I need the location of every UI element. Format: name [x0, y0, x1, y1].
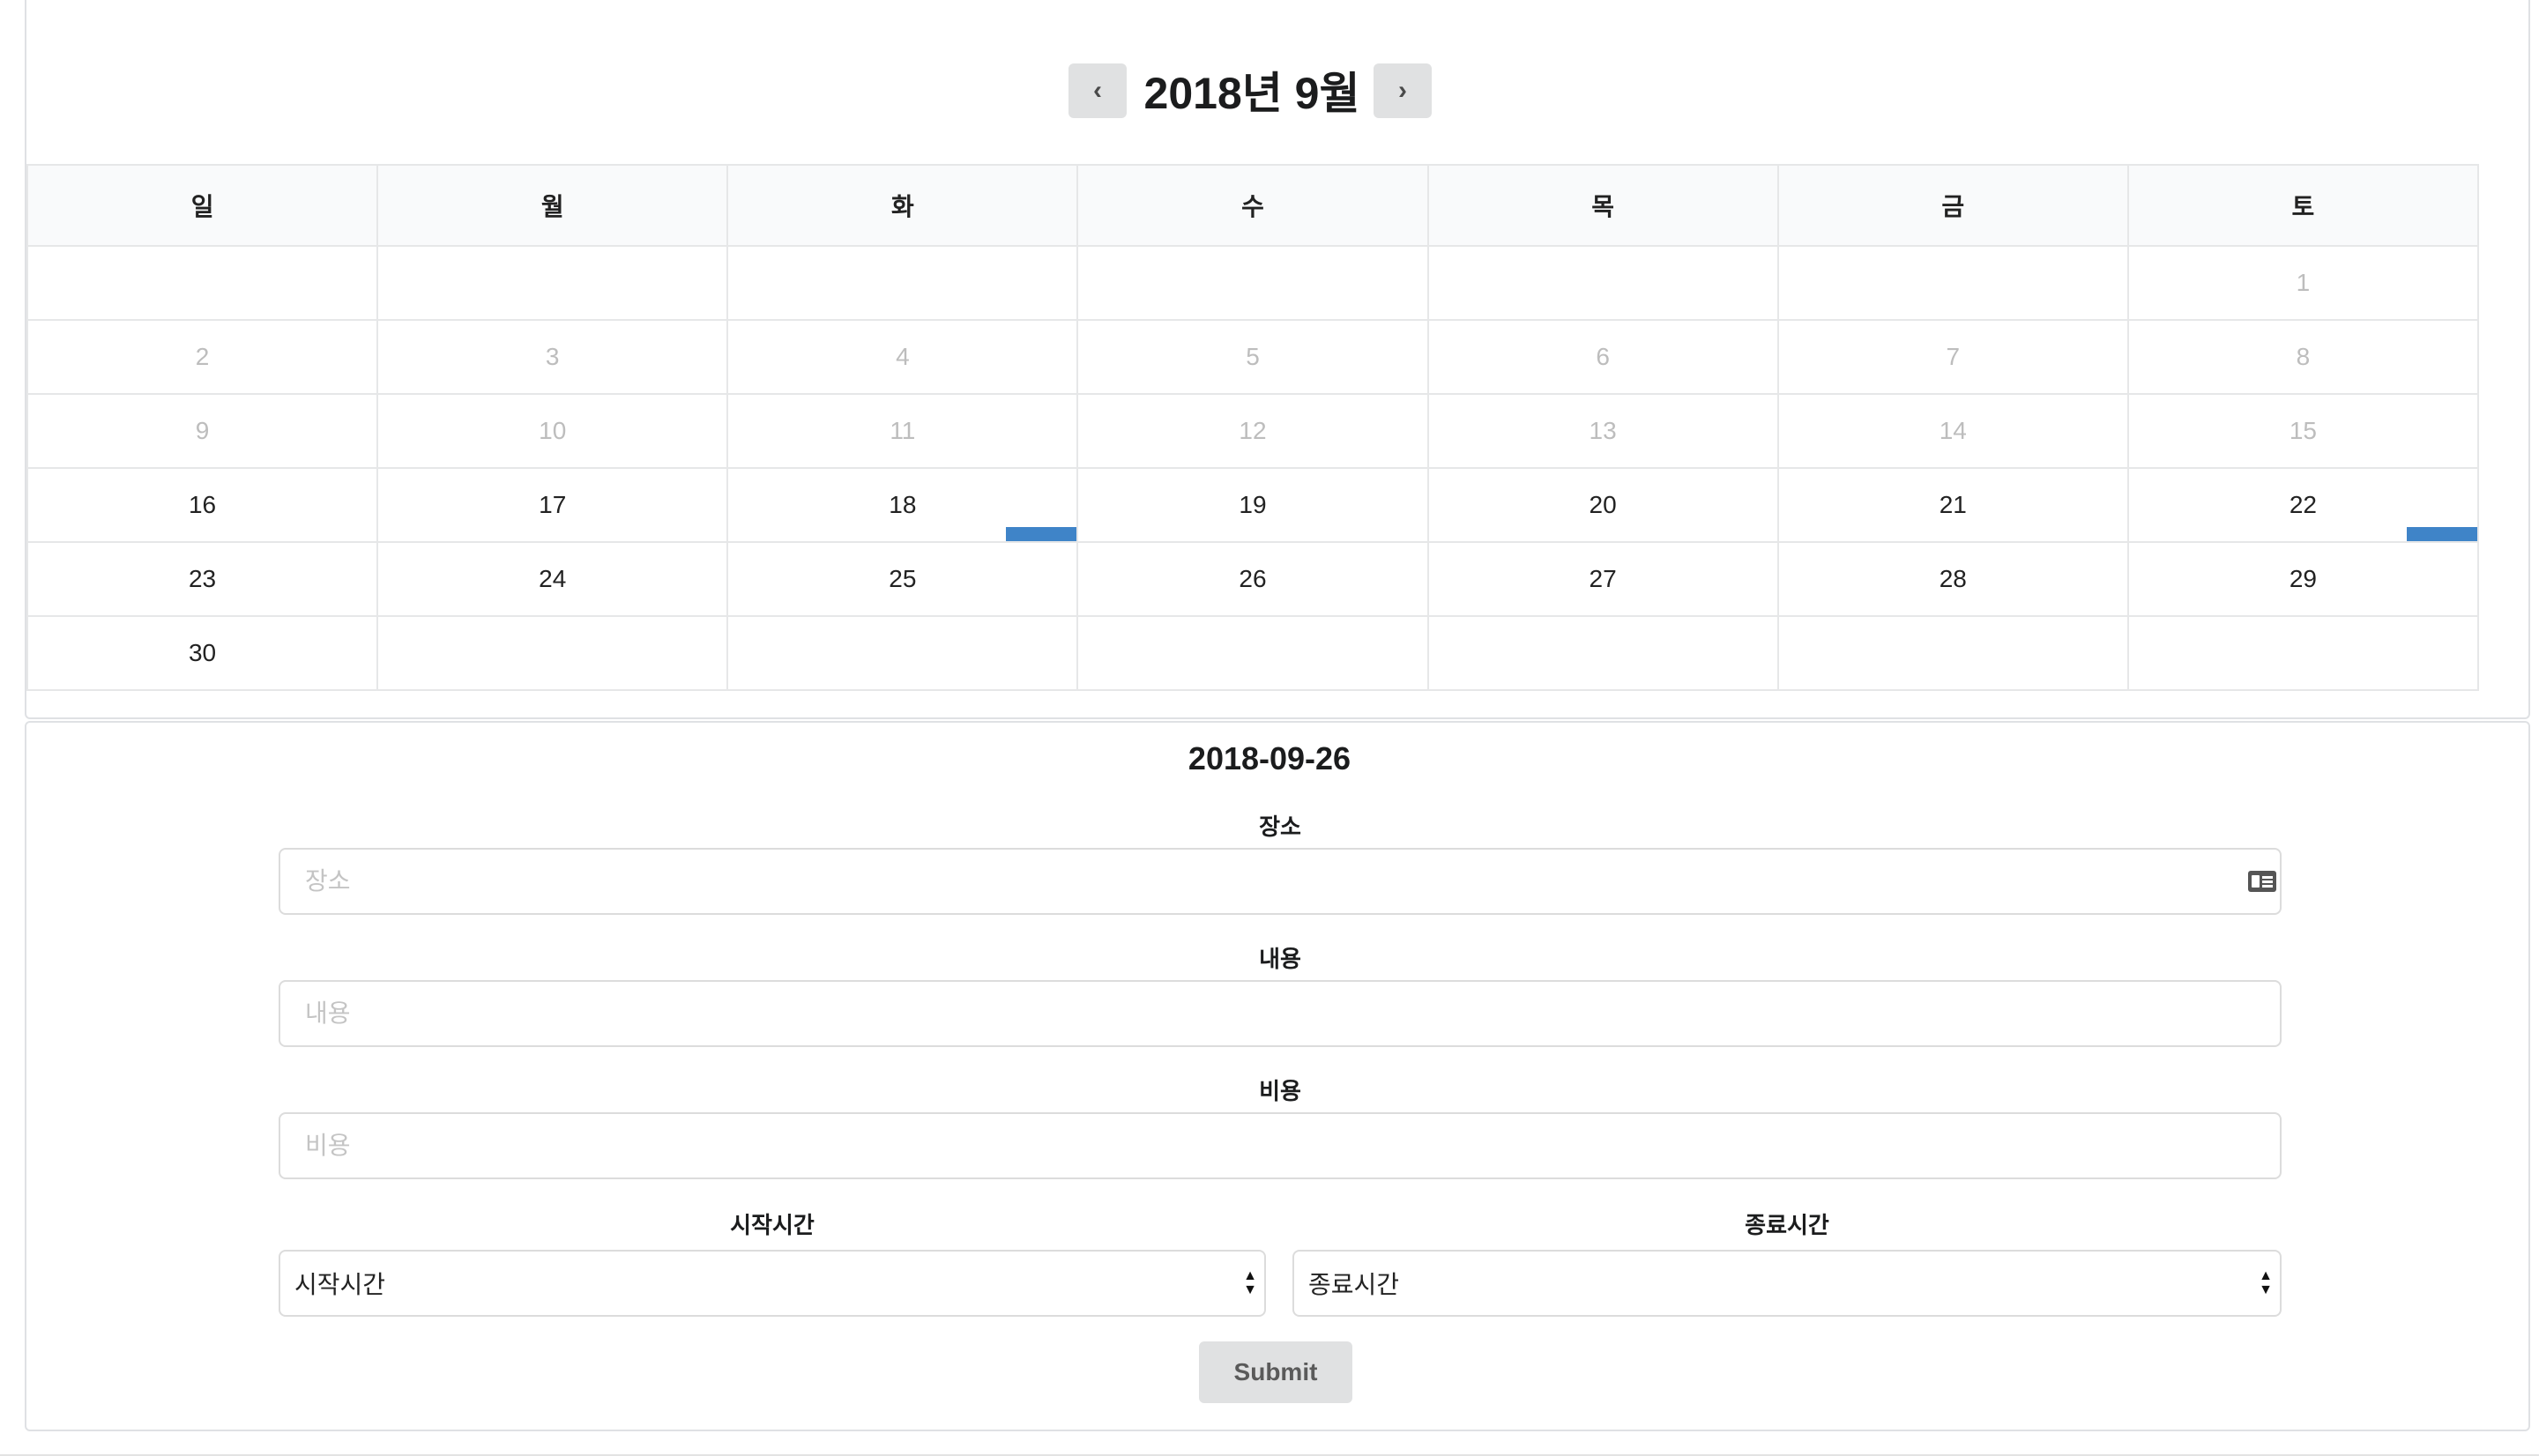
end-time-label: 종료시간: [1745, 1212, 1829, 1238]
calendar-day-cell[interactable]: 19: [1076, 467, 1429, 543]
calendar-day-cell[interactable]: 13: [1426, 393, 1779, 469]
calendar-empty-cell: [1426, 615, 1779, 691]
event-indicator[interactable]: [1006, 527, 1077, 541]
calendar-day-cell[interactable]: 18: [726, 467, 1079, 543]
calendar-day-cell[interactable]: 9: [26, 393, 379, 469]
calendar-day-cell[interactable]: 1: [2126, 245, 2480, 321]
content-label: 내용: [1259, 946, 1301, 972]
calendar-day-cell[interactable]: 11: [726, 393, 1079, 469]
month-title: 2018년 9월: [1143, 69, 1360, 118]
event-indicator[interactable]: [2407, 527, 2477, 541]
calendar-empty-cell: [1076, 615, 1429, 691]
calendar-day-cell[interactable]: 22: [2126, 467, 2480, 543]
calendar-week-row: 9 10 11 12 13 14 15: [26, 393, 2480, 469]
calendar-day-cell[interactable]: 27: [1426, 541, 1779, 617]
calendar-day-cell[interactable]: 30: [26, 615, 379, 691]
calendar-day-cell[interactable]: 16: [26, 467, 379, 543]
weekday-fri: 금: [1776, 164, 2129, 247]
calendar-empty-cell: [2126, 615, 2480, 691]
calendar-day-cell[interactable]: 14: [1776, 393, 2129, 469]
calendar-empty-cell: [26, 245, 379, 321]
calendar-day-cell[interactable]: 12: [1076, 393, 1429, 469]
calendar-day-cell[interactable]: 8: [2126, 319, 2480, 395]
content-input[interactable]: [279, 980, 2282, 1047]
end-time-select[interactable]: 종료시간 ▲ ▼: [1292, 1250, 2282, 1317]
place-input[interactable]: [279, 848, 2282, 915]
weekday-header-row: 일 월 화 수 목 금 토: [26, 164, 2480, 247]
calendar-day-cell[interactable]: 24: [376, 541, 729, 617]
contact-card-icon[interactable]: [2248, 871, 2276, 892]
calendar-empty-cell: [1776, 615, 2129, 691]
calendar-week-row: 30: [26, 615, 2480, 691]
calendar-day-cell[interactable]: 20: [1426, 467, 1779, 543]
calendar-empty-cell: [376, 245, 729, 321]
calendar-empty-cell: [726, 615, 1079, 691]
chevron-right-icon: ›: [1398, 76, 1407, 105]
start-time-label: 시작시간: [730, 1212, 815, 1238]
weekday-sun: 일: [26, 164, 379, 247]
selected-date-heading: 2018-09-26: [1188, 740, 1351, 776]
calendar-week-row: 16 17 18 19 20 21 22: [26, 467, 2480, 543]
calendar-day-cell[interactable]: 17: [376, 467, 729, 543]
calendar-day-cell[interactable]: 26: [1076, 541, 1429, 617]
calendar-week-row: 1: [26, 245, 2480, 321]
calendar-day-cell[interactable]: 2: [26, 319, 379, 395]
weekday-sat: 토: [2126, 164, 2480, 247]
cost-input[interactable]: [279, 1112, 2282, 1179]
calendar-empty-cell: [726, 245, 1079, 321]
weekday-wed: 수: [1076, 164, 1429, 247]
start-time-value: 시작시간: [294, 1271, 386, 1298]
calendar-day-cell[interactable]: 5: [1076, 319, 1429, 395]
calendar-day-cell[interactable]: 28: [1776, 541, 2129, 617]
select-arrows-icon: ▲ ▼: [2259, 1268, 2273, 1297]
calendar-day-cell[interactable]: 21: [1776, 467, 2129, 543]
calendar-empty-cell: [376, 615, 729, 691]
end-time-value: 종료시간: [1308, 1271, 1400, 1298]
calendar-grid: 일 월 화 수 목 금 토 1 2 3 4 5 6 7 8 9 10 11 12 13 14 15 16 17 1…: [26, 164, 2480, 691]
calendar-day-cell[interactable]: 25: [726, 541, 1079, 617]
calendar-empty-cell: [1426, 245, 1779, 321]
calendar-day-cell[interactable]: 4: [726, 319, 1079, 395]
calendar-week-row: 23 24 25 26 27 28 29: [26, 541, 2480, 617]
calendar-day-cell[interactable]: 15: [2126, 393, 2480, 469]
calendar-day-cell[interactable]: 10: [376, 393, 729, 469]
weekday-tue: 화: [726, 164, 1079, 247]
calendar-day-cell[interactable]: 23: [26, 541, 379, 617]
next-month-button[interactable]: ›: [1374, 63, 1432, 118]
chevron-left-icon: ‹: [1093, 76, 1102, 105]
calendar-day-cell[interactable]: 3: [376, 319, 729, 395]
calendar-week-row: 2345678: [26, 319, 2480, 395]
place-label: 장소: [1259, 813, 1301, 840]
calendar-empty-cell: [1776, 245, 2129, 321]
calendar-day-cell[interactable]: 29: [2126, 541, 2480, 617]
submit-button[interactable]: Submit: [1199, 1341, 1352, 1403]
prev-month-button[interactable]: ‹: [1068, 63, 1127, 118]
calendar-empty-cell: [1076, 245, 1429, 321]
weekday-mon: 월: [376, 164, 729, 247]
start-time-select[interactable]: 시작시간 ▲ ▼: [279, 1250, 1266, 1317]
calendar-day-cell[interactable]: 6: [1426, 319, 1779, 395]
cost-label: 비용: [1259, 1078, 1301, 1104]
calendar-day-cell[interactable]: 7: [1776, 319, 2129, 395]
select-arrows-icon: ▲ ▼: [1243, 1268, 1257, 1297]
weekday-thu: 목: [1426, 164, 1779, 247]
